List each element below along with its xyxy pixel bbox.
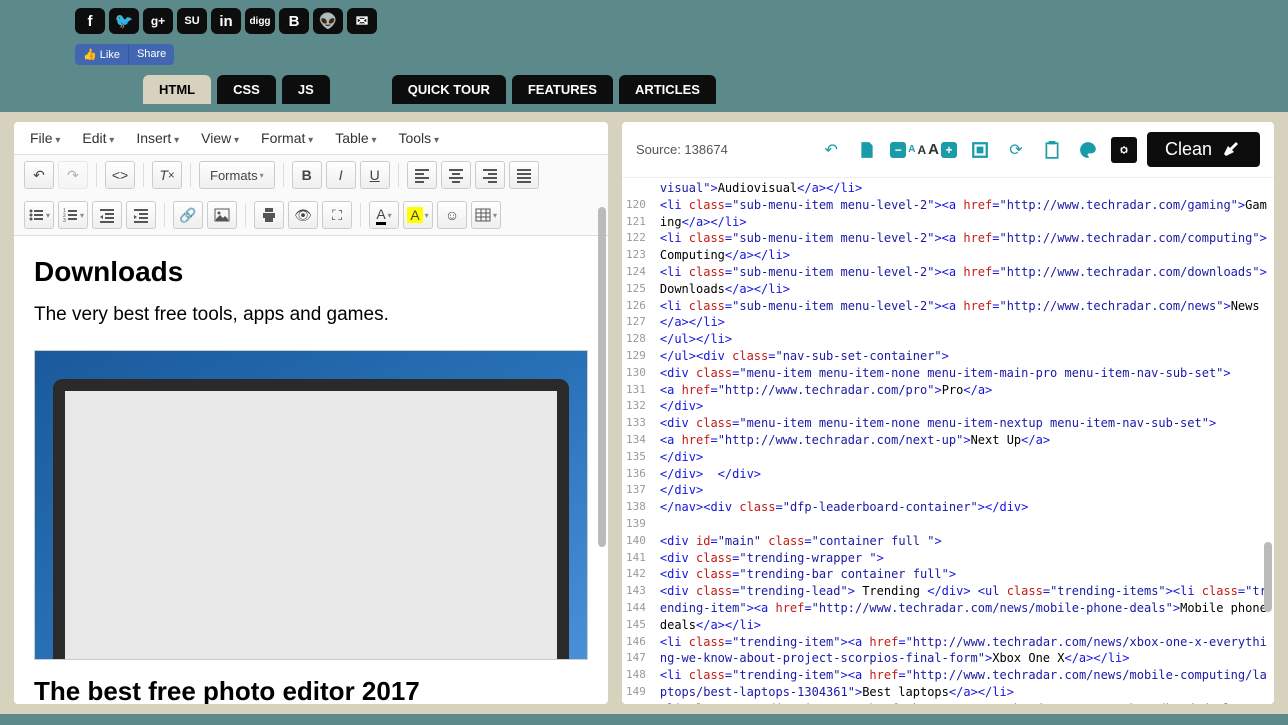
twitter-icon[interactable]: 🐦	[109, 8, 139, 34]
palette-button[interactable]	[1075, 137, 1101, 163]
menu-edit[interactable]: Edit	[82, 130, 114, 146]
redo-button[interactable]: ↷	[58, 161, 88, 189]
clearformat-button[interactable]: T×	[152, 161, 182, 189]
fontsize-plus[interactable]: +	[941, 142, 957, 158]
tab-html[interactable]: HTML	[143, 75, 211, 104]
bulletlist-button[interactable]	[24, 201, 54, 229]
digg-icon[interactable]: digg	[245, 8, 275, 34]
menu-format[interactable]: Format	[261, 130, 313, 146]
source-panel: Source: 138674 ↶ − AAA + ⟳ Clean 1201211…	[622, 122, 1274, 704]
stumbleupon-icon[interactable]: SU	[177, 8, 207, 34]
broom-icon	[1222, 140, 1242, 160]
main-tabs: HTML CSS JS QUICK TOUR FEATURES ARTICLES	[75, 75, 1288, 104]
email-icon[interactable]: ✉	[347, 8, 377, 34]
fb-like-button[interactable]: 👍 Like	[75, 44, 129, 65]
code-editor[interactable]: 1201211221231241251261271281291301311321…	[622, 178, 1274, 704]
preview-button[interactable]: 👁	[288, 201, 318, 229]
settings-button[interactable]	[1111, 137, 1137, 163]
fb-share-button[interactable]: Share	[129, 44, 174, 65]
alignright-button[interactable]	[475, 161, 505, 189]
print-button[interactable]	[254, 201, 284, 229]
aligncenter-button[interactable]	[441, 161, 471, 189]
fontsize-control: − AAA +	[890, 141, 957, 158]
social-icons: f 🐦 g+ SU in digg B 👽 ✉	[75, 8, 1288, 34]
svg-text:3: 3	[63, 218, 66, 223]
line-gutter: 1201211221231241251261271281291301311321…	[622, 178, 654, 704]
image-button[interactable]	[207, 201, 237, 229]
blogger-icon[interactable]: B	[279, 8, 309, 34]
italic-button[interactable]: I	[326, 161, 356, 189]
sourcecode-button[interactable]: <>	[105, 161, 135, 189]
refresh-button[interactable]: ⟳	[1003, 137, 1029, 163]
menu-view[interactable]: View	[201, 130, 239, 146]
compress-button[interactable]	[967, 137, 993, 163]
fullscreen-button[interactable]: ⛶	[322, 201, 352, 229]
tab-quicktour[interactable]: QUICK TOUR	[392, 75, 506, 104]
bgcolor-button[interactable]: A	[403, 201, 433, 229]
fb-like-widget: 👍 Like Share	[75, 44, 174, 65]
workarea: File Edit Insert View Format Table Tools…	[0, 112, 1288, 714]
article-hero-image	[34, 350, 588, 660]
table-button[interactable]	[471, 201, 501, 229]
scrollbar-thumb[interactable]	[1264, 542, 1272, 612]
fontsize-minus[interactable]: −	[890, 142, 906, 158]
justify-button[interactable]	[509, 161, 539, 189]
menu-table[interactable]: Table	[335, 130, 376, 146]
source-header: Source: 138674 ↶ − AAA + ⟳ Clean	[622, 122, 1274, 178]
topbar: f 🐦 g+ SU in digg B 👽 ✉ 👍 Like Share HTM…	[0, 0, 1288, 112]
formats-dropdown[interactable]: Formats	[199, 161, 275, 189]
linkedin-icon[interactable]: in	[211, 8, 241, 34]
menu-tools[interactable]: Tools	[398, 130, 439, 146]
tab-features[interactable]: FEATURES	[512, 75, 613, 104]
textcolor-button[interactable]: A	[369, 201, 399, 229]
code-body[interactable]: visual">Audiovisual</a></li><li class="s…	[654, 178, 1274, 704]
googleplus-icon[interactable]: g+	[143, 8, 173, 34]
indent-button[interactable]	[126, 201, 156, 229]
outdent-button[interactable]	[92, 201, 122, 229]
tab-js[interactable]: JS	[282, 75, 330, 104]
reddit-icon[interactable]: 👽	[313, 8, 343, 34]
menu-insert[interactable]: Insert	[136, 130, 179, 146]
link-button[interactable]: 🔗	[173, 201, 203, 229]
facebook-icon[interactable]: f	[75, 8, 105, 34]
editor-content[interactable]: Downloads The very best free tools, apps…	[14, 236, 608, 704]
menu-file[interactable]: File	[30, 130, 60, 146]
newdoc-button[interactable]	[854, 137, 880, 163]
source-label: Source: 138674	[636, 142, 808, 157]
alignleft-button[interactable]	[407, 161, 437, 189]
tab-articles[interactable]: ARTICLES	[619, 75, 716, 104]
article-intro: The very best free tools, apps and games…	[34, 304, 588, 326]
emoticon-button[interactable]: ☺	[437, 201, 467, 229]
article-h1: Downloads	[34, 256, 588, 288]
undo-source-button[interactable]: ↶	[818, 137, 844, 163]
tab-css[interactable]: CSS	[217, 75, 276, 104]
bold-button[interactable]: B	[292, 161, 322, 189]
editor-menubar: File Edit Insert View Format Table Tools	[14, 122, 608, 155]
wysiwyg-panel: File Edit Insert View Format Table Tools…	[14, 122, 608, 704]
clean-button[interactable]: Clean	[1147, 132, 1260, 167]
numberlist-button[interactable]: 123	[58, 201, 88, 229]
underline-button[interactable]: U	[360, 161, 390, 189]
article-h2: The best free photo editor 2017	[34, 676, 588, 704]
editor-toolbar: ↶ ↷ <> T× Formats B I U 123 🔗	[14, 155, 608, 236]
clipboard-button[interactable]	[1039, 137, 1065, 163]
undo-button[interactable]: ↶	[24, 161, 54, 189]
scrollbar-thumb[interactable]	[598, 207, 606, 547]
